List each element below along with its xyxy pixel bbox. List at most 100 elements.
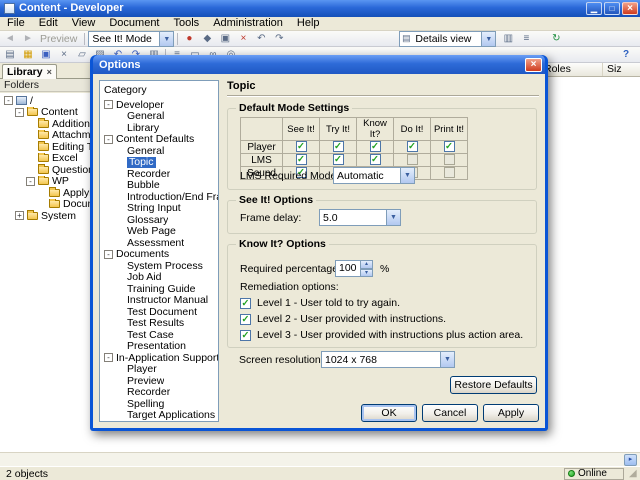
checkbox-level-3[interactable]: ✓ (240, 329, 251, 341)
tree-item-test-document[interactable]: Test Document (100, 306, 218, 318)
checkbox-player-do-it[interactable]: ✓ (406, 141, 418, 153)
tree-item-editing-techn[interactable]: Editing Techn (0, 141, 100, 153)
undo-icon[interactable]: ↶ (253, 32, 269, 46)
playback-mode-select[interactable]: See It! Mode ▼ (88, 30, 175, 47)
menu-edit[interactable]: Edit (32, 17, 65, 30)
tab-library[interactable]: Library × (2, 64, 57, 79)
column-header-roles[interactable]: Roles (540, 63, 603, 76)
expander-icon[interactable]: - (104, 249, 113, 259)
sort-icon[interactable]: ≡ (518, 32, 534, 46)
forward-icon[interactable]: ► (20, 32, 36, 46)
tree-item-introduction-end-frame[interactable]: Introduction/End Frame (100, 191, 218, 203)
apply-button[interactable]: Apply (483, 404, 539, 422)
dialog-title-bar[interactable]: Options × (93, 55, 545, 74)
tree-item-job-aid[interactable]: Job Aid (100, 272, 218, 284)
column-header-size[interactable]: Siz (603, 63, 640, 76)
tree-item-questions-an[interactable]: Questions an (0, 164, 100, 176)
close-tab-icon[interactable]: × (47, 67, 52, 77)
tree-item-test-results[interactable]: Test Results (100, 318, 218, 330)
record-topic-icon[interactable]: ● (181, 32, 197, 46)
tree-item-content-defaults[interactable]: - Content Defaults (100, 134, 218, 145)
tree-item-applying-f[interactable]: Applying F (0, 187, 100, 199)
close-button[interactable]: × (622, 2, 638, 15)
checkbox-lms-try-it[interactable]: ✓ (332, 154, 344, 166)
cancel-button[interactable]: Cancel (422, 404, 478, 422)
tree-item-target-applications[interactable]: Target Applications (100, 410, 218, 422)
horizontal-scrollbar[interactable]: ▸ (0, 452, 640, 466)
open-icon[interactable]: ▦ (20, 48, 36, 62)
tree-item-glossary[interactable]: Glossary (100, 214, 218, 226)
ok-button[interactable]: OK (361, 404, 417, 422)
menu-view[interactable]: View (65, 17, 103, 30)
checkbox-level-1[interactable]: ✓ (240, 297, 251, 309)
expander-icon[interactable]: - (104, 353, 113, 363)
tree-item-test-case[interactable]: Test Case (100, 329, 218, 341)
tree-item-documents[interactable]: - Documents (100, 249, 218, 260)
tree-item-system-process[interactable]: System Process (100, 260, 218, 272)
tree-item-attachments[interactable]: Attachments (0, 129, 100, 141)
dialog-close-button[interactable]: × (525, 57, 542, 72)
cut-icon[interactable]: × (56, 48, 72, 62)
expander-icon[interactable]: + (15, 211, 24, 221)
view-options-icon[interactable]: ▥ (500, 32, 516, 46)
tree-item-web-page[interactable]: Web Page (100, 226, 218, 238)
tree-item-excel[interactable]: Excel (0, 152, 100, 164)
redo-icon[interactable]: ↷ (271, 32, 287, 46)
tree-item-documen[interactable]: Documen (0, 198, 100, 210)
checkbox-player-know-it[interactable]: ✓ (369, 141, 381, 153)
tree-item-preview[interactable]: Preview (100, 375, 218, 387)
tree-item-bubble[interactable]: Bubble (100, 180, 218, 192)
checkbox-player-try-it[interactable]: ✓ (332, 141, 344, 153)
checkbox-player-print-it[interactable]: ✓ (443, 141, 455, 153)
checkbox-level-2[interactable]: ✓ (240, 313, 251, 325)
checkbox-lms-know-it[interactable]: ✓ (369, 154, 381, 166)
tree-item-topic[interactable]: Topic (100, 156, 218, 168)
back-icon[interactable]: ◄ (2, 32, 18, 46)
tree-item-player[interactable]: Player (100, 364, 218, 376)
stepper-up-icon[interactable]: ▴ (361, 260, 373, 269)
tree-item-additional-to[interactable]: Additional To (0, 118, 100, 130)
tree-item-general[interactable]: General (100, 145, 218, 157)
sound-editor-icon[interactable]: ◆ (199, 32, 215, 46)
resize-grip[interactable]: ◢ (629, 469, 639, 479)
minimize-button[interactable]: ▁ (586, 2, 602, 15)
tree-item-recorder[interactable]: Recorder (100, 168, 218, 180)
copy-icon[interactable]: ▱ (74, 48, 90, 62)
menu-administration[interactable]: Administration (206, 17, 290, 30)
tree-item-in-application-support[interactable]: - In-Application Support (100, 352, 218, 364)
tree-item-recorder[interactable]: Recorder (100, 387, 218, 399)
tree-item-system[interactable]: + System (0, 210, 100, 222)
tree-item-library[interactable]: Library (100, 122, 218, 134)
expander-icon[interactable]: - (15, 107, 24, 117)
tree-item-general[interactable]: General (100, 111, 218, 123)
tree-item-developer[interactable]: - Developer (100, 99, 218, 111)
tree-item-assessment[interactable]: Assessment (100, 237, 218, 249)
menu-help[interactable]: Help (290, 17, 327, 30)
required-percentage-stepper[interactable]: 100 ▴ ▾ (335, 260, 373, 277)
expander-icon[interactable]: - (4, 96, 13, 106)
tree-item-spelling[interactable]: Spelling (100, 398, 218, 410)
maximize-button[interactable]: □ (604, 2, 620, 15)
delete-icon[interactable]: × (235, 32, 251, 46)
tree-item-instructor-manual[interactable]: Instructor Manual (100, 295, 218, 307)
screen-resolution-select[interactable]: 1024 x 768 ▼ (321, 351, 455, 368)
tree-item-string-input[interactable]: String Input (100, 203, 218, 215)
title-bar[interactable]: Content - Developer ▁ □ × (0, 0, 640, 17)
lms-required-mode-select[interactable]: Automatic ▼ (333, 167, 415, 184)
restore-defaults-button[interactable]: Restore Defaults (450, 376, 537, 394)
stepper-down-icon[interactable]: ▾ (361, 268, 373, 277)
tree-item-presentation[interactable]: Presentation (100, 341, 218, 353)
scrollbar-arrow-icon[interactable]: ▸ (624, 454, 637, 466)
menu-document[interactable]: Document (102, 17, 166, 30)
tree-item-wp[interactable]: - WP (0, 175, 100, 187)
expander-icon[interactable]: - (26, 176, 35, 186)
menu-file[interactable]: File (0, 17, 32, 30)
tree-item-training-guide[interactable]: Training Guide (100, 283, 218, 295)
save-icon[interactable]: ▣ (38, 48, 54, 62)
expander-icon[interactable]: - (104, 134, 113, 144)
menu-tools[interactable]: Tools (167, 17, 207, 30)
checkbox-lms-see-it[interactable]: ✓ (295, 154, 307, 166)
tree-item-content[interactable]: - Content (0, 106, 100, 118)
help-icon[interactable]: ? (618, 48, 634, 62)
bubble-icon[interactable]: ▣ (217, 32, 233, 46)
